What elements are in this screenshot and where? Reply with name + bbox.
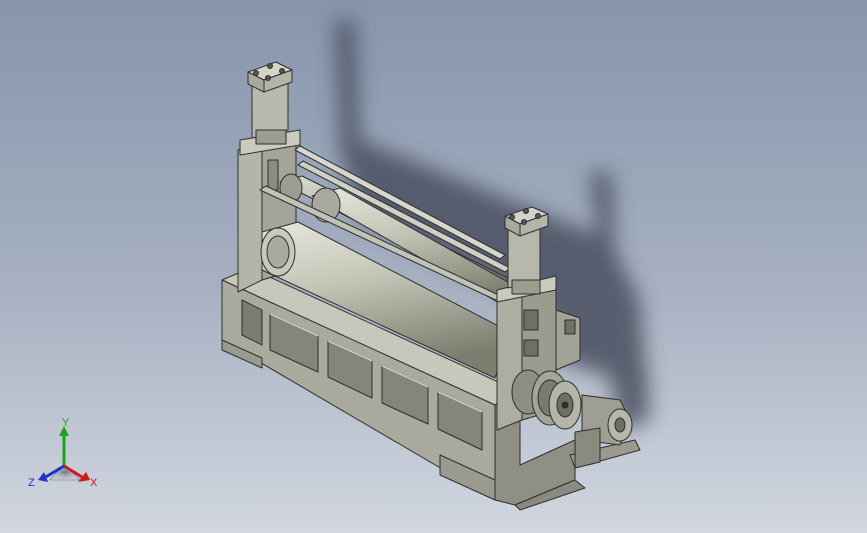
- z-axis-label: Z: [28, 477, 35, 489]
- y-axis-arrow: [59, 426, 69, 466]
- x-axis-label: X: [90, 477, 98, 489]
- graphics-viewport[interactable]: Y X Z: [0, 0, 867, 533]
- y-axis-label: Y: [62, 418, 70, 429]
- coordinate-triad[interactable]: Y X Z: [22, 418, 112, 498]
- machine-model[interactable]: [0, 0, 867, 533]
